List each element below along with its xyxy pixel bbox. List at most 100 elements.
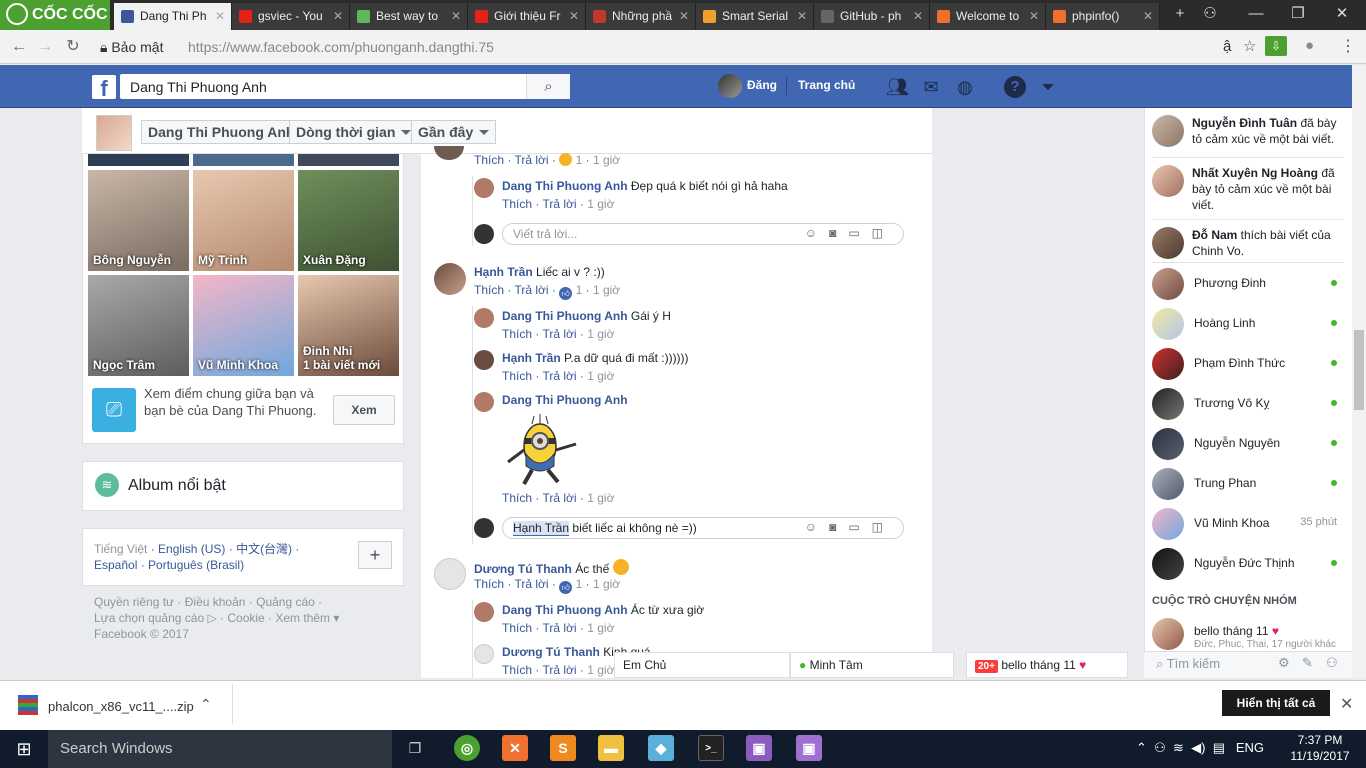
sublime-text-icon[interactable]: S [550, 735, 576, 761]
language-list[interactable]: Tiếng Việt · English (US) · 中文(台灣) · Esp… [94, 541, 334, 573]
camera-icon[interactable]: ◙ [829, 520, 848, 534]
windows-start-icon[interactable]: ⊞ [0, 730, 48, 768]
contact-row[interactable]: Phương Đinh [1152, 266, 1347, 302]
like-link[interactable]: Thích [502, 663, 532, 677]
incognito-icon[interactable]: ⚇ [1192, 0, 1228, 30]
url-field[interactable]: https://www.facebook.com/phuonganh.dangt… [188, 38, 494, 56]
friend-tile[interactable]: Xuân Đặng [298, 170, 399, 271]
browser-tab-5[interactable]: Những phầ ✕ [586, 3, 696, 30]
friend-photo-clipped[interactable] [88, 154, 189, 166]
minimize-icon[interactable]: — [1238, 0, 1274, 30]
close-download-bar-icon[interactable]: ✕ [1340, 694, 1353, 714]
comment-time[interactable]: 1 giờ [587, 663, 614, 677]
reply-link[interactable]: Trả lời [514, 283, 548, 297]
windows-search-input[interactable]: Search Windows [48, 730, 392, 768]
browser-tab-2[interactable]: gsviec - You ✕ [232, 3, 350, 30]
notes-app-icon[interactable]: ◆ [648, 735, 674, 761]
reply-link[interactable]: Trả lời [514, 153, 548, 167]
browser-tab-3[interactable]: Best way to ✕ [350, 3, 468, 30]
recent-dropdown[interactable]: Gần đây [411, 120, 497, 144]
security-indicator[interactable]: 🔒︎ Bảo mật [100, 38, 163, 56]
close-tab-icon[interactable]: ✕ [569, 3, 579, 29]
friend-tile[interactable]: Bông Nguyễn [88, 170, 189, 271]
comment-time[interactable]: 1 giờ [587, 327, 614, 341]
add-language-button[interactable]: + [358, 541, 392, 569]
scrollbar-thumb[interactable] [1354, 330, 1364, 410]
chevron-up-icon[interactable]: ⌃ [200, 696, 212, 713]
ticker-avatar[interactable] [1152, 165, 1184, 197]
wifi-icon[interactable]: ≋ [1173, 740, 1184, 755]
bookmark-star-icon[interactable]: ☆ [1243, 37, 1256, 55]
user-avatar[interactable] [718, 74, 742, 98]
see-mutual-button[interactable]: Xem [333, 395, 395, 425]
commenter-avatar[interactable] [434, 263, 466, 295]
browser-tab-4[interactable]: Giới thiệu Fr ✕ [468, 3, 586, 30]
ticker-item[interactable]: Đỗ Nam thích bài viết của Chinh Vo. [1192, 227, 1348, 259]
sticker-icon[interactable]: ◫ [872, 226, 895, 240]
friend-photo-clipped[interactable] [193, 154, 294, 166]
commenter-avatar[interactable] [474, 392, 494, 412]
commenter-name[interactable]: Dương Tú Thanh [502, 645, 600, 659]
chat-tab[interactable]: 20+ bello tháng 11 ♥ [966, 652, 1128, 678]
comment-time[interactable]: 1 giờ [593, 283, 620, 297]
menu-dots-icon[interactable]: ⋮ [1340, 36, 1356, 56]
ticker-item[interactable]: Nhất Xuyên Ng Hoàng đã bày tỏ cảm xúc về… [1192, 165, 1348, 213]
commenter-avatar[interactable] [474, 644, 494, 664]
profile-name-crumb[interactable]: Dang Thi Phuong Anh [141, 120, 302, 144]
like-link[interactable]: Thích [502, 491, 532, 505]
comment-time[interactable]: 1 giờ [587, 621, 614, 635]
emoji-icon[interactable]: ☺ [805, 520, 829, 534]
close-tab-icon[interactable]: ✕ [215, 3, 225, 29]
browser-tab-7[interactable]: GitHub - ph ✕ [814, 3, 930, 30]
task-view-icon[interactable]: ❐ [402, 735, 428, 761]
reply-input[interactable]: Hạnh Trần biết liếc ai không nè =)) ☺◙▭◫ [502, 517, 904, 539]
help-icon[interactable]: ? [1004, 76, 1026, 98]
app-icon[interactable]: ▣ [796, 735, 822, 761]
commenter-name[interactable]: Dương Tú Thanh [474, 562, 572, 576]
downloaded-file[interactable]: phalcon_x86_vc11_....zip [48, 699, 194, 714]
minion-sticker[interactable] [502, 410, 582, 488]
chat-bubble-icon[interactable]: ● [1305, 37, 1314, 54]
like-link[interactable]: Thích [502, 197, 532, 211]
reply-link[interactable]: Trả lời [542, 491, 576, 505]
commenter-name[interactable]: Dang Thi Phuong Anh [502, 603, 628, 617]
comment-time[interactable]: 1 giờ [587, 369, 614, 383]
close-tab-icon[interactable]: ✕ [1143, 3, 1153, 29]
sticker-icon[interactable]: ◫ [872, 520, 895, 534]
show-all-downloads-button[interactable]: Hiển thị tất cả [1222, 690, 1330, 716]
contact-row[interactable]: Trương Vô Kỵ [1152, 386, 1347, 422]
ticker-avatar[interactable] [1152, 115, 1184, 147]
browser-tab-8[interactable]: Welcome to ✕ [930, 3, 1046, 30]
commenter-avatar[interactable] [474, 602, 494, 622]
commenter-name[interactable]: Dang Thi Phuong Anh [502, 179, 628, 193]
reply-link[interactable]: Trả lời [542, 197, 576, 211]
commenter-name[interactable]: Hạnh Trần [474, 265, 533, 279]
commenter-avatar[interactable] [474, 350, 494, 370]
close-tab-icon[interactable]: ✕ [913, 3, 923, 29]
friend-photo-clipped[interactable] [298, 154, 399, 166]
chevron-up-icon[interactable]: ⌃ [1136, 740, 1147, 755]
reply-link[interactable]: Trả lời [542, 663, 576, 677]
commenter-name[interactable]: Dang Thi Phuong Anh [502, 309, 628, 323]
contact-row[interactable]: Hoàng Linh [1152, 306, 1347, 342]
close-tab-icon[interactable]: ✕ [1029, 3, 1039, 29]
footer-line[interactable]: Quyền riêng tư · Điều khoản · Quảng cáo … [94, 594, 364, 610]
footer-line[interactable]: Lựa chọn quảng cáo ▷ · Cookie · Xem thêm… [94, 610, 364, 626]
system-clock[interactable]: 7:37 PM 11/19/2017 [1290, 732, 1350, 764]
close-tab-icon[interactable]: ✕ [679, 3, 689, 29]
comment-time[interactable]: 1 giờ [587, 197, 614, 211]
volume-icon[interactable]: ◀) [1191, 740, 1205, 755]
reaction-count[interactable]: 1 [576, 283, 583, 297]
like-link[interactable]: Thích [474, 577, 504, 591]
browser-tab-9[interactable]: phpinfo() ✕ [1046, 3, 1160, 30]
chat-tab[interactable]: Em Chủ [614, 652, 790, 678]
close-tab-icon[interactable]: ✕ [333, 3, 343, 29]
like-link[interactable]: Thích [474, 153, 504, 167]
contact-row[interactable]: Nguyễn Nguyên [1152, 426, 1347, 462]
xampp-icon[interactable]: ✕ [502, 735, 528, 761]
reply-link[interactable]: Trả lời [514, 577, 548, 591]
search-input[interactable]: Dang Thi Phuong Anh [120, 74, 570, 99]
reply-input[interactable]: Viết trả lời... ☺◙▭◫ [502, 223, 904, 245]
facebook-logo-icon[interactable]: f [92, 75, 116, 99]
chat-tab[interactable]: ● Minh Tâm [790, 652, 954, 678]
